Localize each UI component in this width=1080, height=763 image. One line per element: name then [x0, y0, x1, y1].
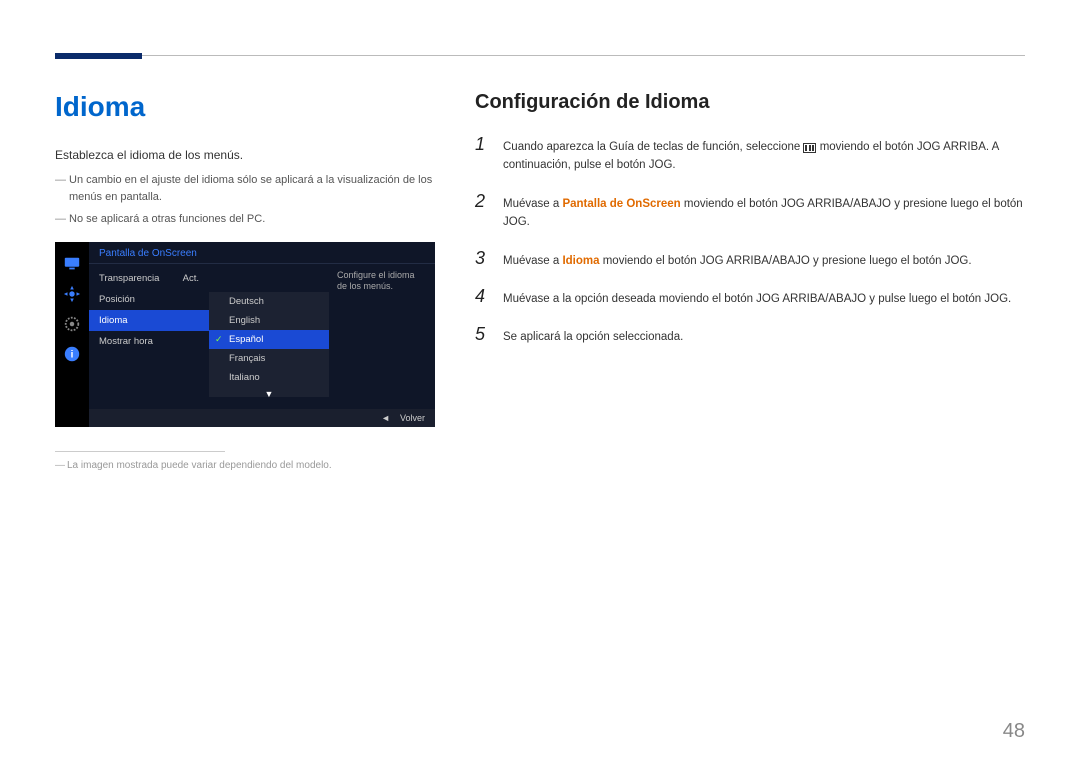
monitor-icon	[62, 254, 82, 274]
osd-help-text: Configure el idioma de los menús.	[329, 264, 435, 409]
chevron-down-icon: ▼	[209, 387, 329, 401]
osd-header: Pantalla de OnScreen	[89, 242, 435, 264]
step-text-part: moviendo el botón JOG ARRIBA/ABAJO y pre…	[603, 255, 972, 267]
osd-panel: i Pantalla de OnScreen Transparencia Act…	[55, 242, 435, 427]
menu-icon	[803, 143, 816, 153]
osd-menu: Transparencia Act. Posición Idioma Mostr…	[89, 264, 209, 409]
osd-lang-francais: Français	[209, 349, 329, 368]
step-number: 4	[475, 286, 489, 307]
page-number: 48	[1003, 720, 1025, 743]
osd-sidebar: i	[55, 242, 89, 427]
osd-lang-espanol: Español	[209, 330, 329, 349]
osd-item-label: Transparencia	[99, 273, 159, 284]
osd-lang-deutsch: Deutsch	[209, 292, 329, 311]
osd-item-value: Act.	[183, 273, 199, 284]
note-2: No se aplicará a otras funciones del PC.	[55, 211, 435, 228]
step-3: 3 Muévase a Idioma moviendo el botón JOG…	[475, 248, 1025, 270]
info-icon: i	[62, 344, 82, 364]
navigation-icon	[62, 284, 82, 304]
osd-item-mostrar-hora: Mostrar hora	[89, 331, 209, 352]
osd-item-transparencia: Transparencia Act.	[89, 268, 209, 289]
header-accent	[55, 53, 142, 59]
note-1: Un cambio en el ajuste del idioma sólo s…	[55, 172, 435, 205]
osd-language-dropdown: Deutsch English Español Français Italian…	[209, 292, 329, 397]
step-2: 2 Muévase a Pantalla de OnScreen moviend…	[475, 191, 1025, 232]
svg-text:i: i	[71, 349, 74, 360]
osd-item-posicion: Posición	[89, 289, 209, 310]
gear-icon	[62, 314, 82, 334]
osd-lang-italiano: Italiano	[209, 368, 329, 387]
intro-text: Establezca el idioma de los menús.	[55, 148, 435, 162]
step-1: 1 Cuando aparezca la Guía de teclas de f…	[475, 134, 1025, 175]
step-5: 5 Se aplicará la opción seleccionada.	[475, 324, 1025, 346]
osd-main: Pantalla de OnScreen Transparencia Act. …	[89, 242, 435, 427]
step-number: 1	[475, 134, 489, 155]
step-text: Muévase a Idioma moviendo el botón JOG A…	[503, 252, 972, 270]
osd-item-label: Posición	[99, 294, 135, 305]
step-text: Se aplicará la opción seleccionada.	[503, 328, 683, 346]
step-text: Cuando aparezca la Guía de teclas de fun…	[503, 138, 1025, 175]
footnote-separator	[55, 451, 225, 452]
header-rule	[55, 55, 1025, 56]
step-text: Muévase a Pantalla de OnScreen moviendo …	[503, 195, 1025, 232]
footnote-text: La imagen mostrada puede variar dependie…	[55, 460, 435, 471]
step-number: 2	[475, 191, 489, 212]
osd-footer-back: Volver	[400, 413, 425, 423]
osd-item-label: Mostrar hora	[99, 336, 153, 347]
step-4: 4 Muévase a la opción deseada moviendo e…	[475, 286, 1025, 308]
step-text-part: Cuando aparezca la Guía de teclas de fun…	[503, 141, 803, 153]
step-highlight: Idioma	[562, 255, 599, 267]
step-text-part: Muévase a	[503, 198, 562, 210]
step-highlight: Pantalla de OnScreen	[562, 198, 680, 210]
page-title: Idioma	[55, 91, 435, 123]
step-number: 3	[475, 248, 489, 269]
osd-lang-english: English	[209, 311, 329, 330]
step-text: Muévase a la opción deseada moviendo el …	[503, 290, 1011, 308]
section-heading: Configuración de Idioma	[475, 91, 1025, 114]
step-text-part: Muévase a	[503, 255, 562, 267]
back-arrow-icon: ◄	[381, 413, 390, 423]
osd-footer: ◄ Volver	[89, 409, 435, 427]
osd-item-label: Idioma	[99, 315, 128, 326]
osd-item-idioma: Idioma	[89, 310, 209, 331]
step-number: 5	[475, 324, 489, 345]
